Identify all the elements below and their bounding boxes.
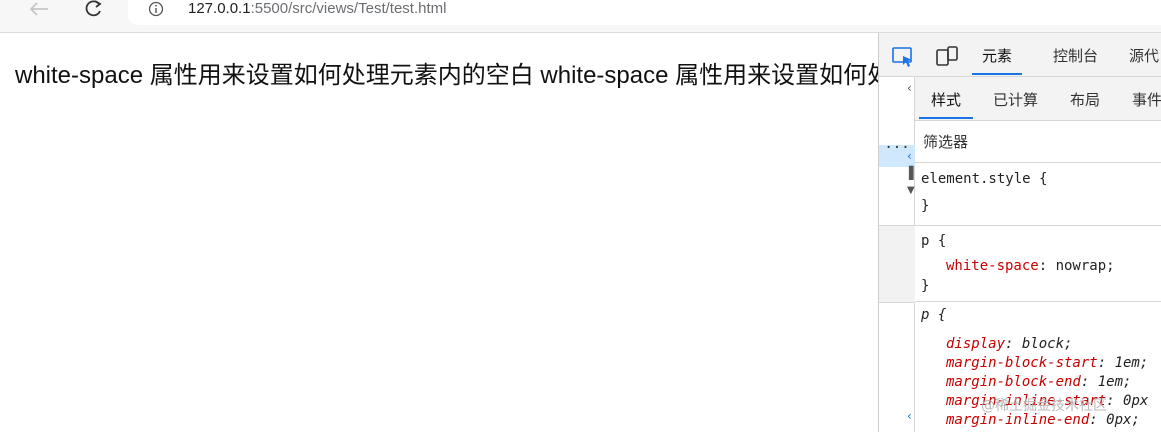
dom-tree-strip: ‹ ‹ ▌ ▼ ‹ — [879, 77, 918, 432]
css-value: 0px; — [1106, 412, 1140, 428]
info-icon[interactable] — [148, 1, 164, 17]
chevron-left-icon[interactable]: ‹ — [907, 82, 912, 94]
subtab-computed[interactable]: 已计算 — [981, 83, 1050, 119]
css-property: white-space — [946, 258, 1039, 274]
styles-pane: 样式 已计算 布局 事件 element.style { } p { white… — [915, 77, 1161, 432]
subtab-styles[interactable]: 样式 — [919, 83, 974, 119]
reload-button[interactable] — [80, 0, 106, 18]
css-value: 0px — [1123, 393, 1149, 409]
rule-selector: element.style { — [921, 171, 1048, 187]
back-button[interactable] — [26, 0, 52, 18]
address-bar[interactable]: 127.0.0.1:5500/src/views/Test/test.html — [128, 0, 1161, 25]
url-host: 127.0.0.1 — [188, 0, 251, 17]
rule-selector: p { — [921, 307, 947, 323]
rule-author-p[interactable]: p { white-space: nowrap; } — [915, 226, 1161, 302]
styles-subtabs: 样式 已计算 布局 事件 — [915, 77, 1161, 121]
subtab-events[interactable]: 事件 — [1120, 83, 1161, 119]
declaration-margin-block-end[interactable]: margin-block-end: 1em; — [946, 373, 1131, 391]
declaration-white-space[interactable]: white-space: nowrap; — [946, 257, 1115, 275]
subtab-layout[interactable]: 布局 — [1058, 83, 1112, 119]
watermark: @稀土掘金技术社区 — [981, 398, 1107, 414]
css-property: margin-block-start — [946, 355, 1098, 371]
styles-filter-row — [915, 121, 1161, 163]
device-icon — [936, 46, 958, 66]
breadcrumb-ellipsis[interactable]: ... — [879, 137, 915, 153]
browser-window: 127.0.0.1:5500/src/views/Test/test.html … — [0, 0, 1161, 432]
inspect-element-button[interactable] — [891, 45, 915, 69]
tab-sources[interactable]: 源代 — [1119, 41, 1161, 75]
declaration-margin-block-start[interactable]: margin-block-start: 1em; — [946, 354, 1148, 372]
device-toolbar-button[interactable] — [935, 45, 959, 69]
css-value: 1em; — [1097, 374, 1132, 390]
css-property: display — [946, 336, 1006, 352]
styles-filter-input[interactable] — [923, 131, 1153, 153]
tab-console[interactable]: 控制台 — [1043, 41, 1108, 75]
rule-selector: p { — [921, 233, 947, 249]
reload-icon — [85, 0, 102, 17]
devtools-toolbar: 元素 控制台 源代 — [879, 33, 1161, 77]
arrow-left-icon — [29, 2, 48, 16]
declaration-display[interactable]: display: block; — [946, 335, 1072, 353]
css-value: nowrap; — [1055, 258, 1115, 274]
inspect-icon — [892, 47, 912, 67]
url-path: :5500/src/views/Test/test.html — [250, 0, 447, 17]
css-value: 1em; — [1114, 355, 1149, 371]
demo-paragraph: white-space 属性用来设置如何处理元素内的空白 white-space… — [15, 62, 878, 89]
dom-tree-gray-block — [879, 225, 915, 303]
rule-element-style[interactable]: element.style { } — [915, 163, 1161, 226]
url-text[interactable]: 127.0.0.1:5500/src/views/Test/test.html — [188, 0, 446, 18]
css-property: margin-block-end — [946, 374, 1081, 390]
expand-triangle-icon[interactable]: ▼ — [907, 185, 915, 197]
chevron-left-icon[interactable]: ‹ — [907, 410, 912, 422]
browser-toolbar: 127.0.0.1:5500/src/views/Test/test.html — [0, 0, 1161, 33]
rule-close-brace: } — [921, 278, 930, 294]
page-viewport: white-space 属性用来设置如何处理元素内的空白 white-space… — [0, 33, 878, 432]
css-value: block; — [1021, 336, 1073, 352]
rule-close-brace: } — [921, 198, 930, 214]
tab-elements[interactable]: 元素 — [972, 41, 1023, 75]
devtools-panel: 元素 控制台 源代 ‹ ‹ ▌ ▼ ‹ ... 样式 已计算 布局 事件 筛选器… — [878, 33, 1161, 432]
